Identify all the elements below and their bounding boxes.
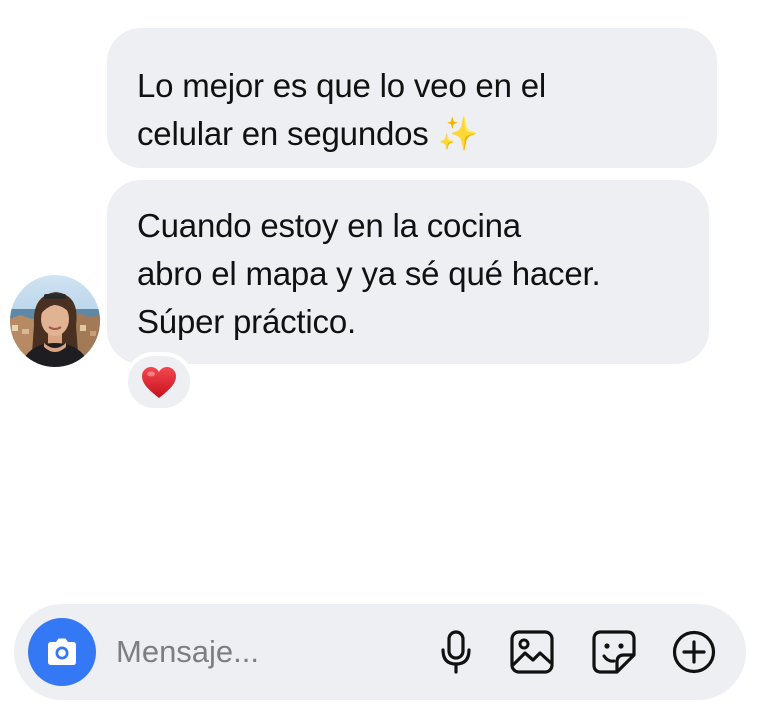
- camera-button[interactable]: [28, 618, 96, 686]
- camera-icon: [48, 638, 76, 665]
- sticker-icon: [592, 630, 636, 674]
- message-text-line: Lo mejor es que lo veo en el: [137, 67, 546, 104]
- image-icon: [510, 630, 554, 674]
- gallery-button[interactable]: [508, 628, 556, 676]
- message-text: celular en segundos: [137, 115, 429, 152]
- message-text-line: Cuando estoy en la cocina: [137, 207, 521, 244]
- message-composer: [14, 604, 746, 700]
- message-bubble[interactable]: Lo mejor es que lo veo en el celular en …: [107, 28, 717, 168]
- avatar[interactable]: [10, 275, 100, 367]
- microphone-icon: [441, 630, 471, 674]
- add-button[interactable]: [670, 628, 718, 676]
- sparkles-emoji: ✨: [437, 115, 479, 152]
- heart-icon: [142, 366, 176, 398]
- message-text-line: celular en segundos ✨: [137, 110, 687, 158]
- sticker-button[interactable]: [590, 628, 638, 676]
- heart-reaction[interactable]: [124, 352, 194, 412]
- message-text-line: Súper práctico.: [137, 303, 356, 340]
- message-input[interactable]: [116, 630, 416, 674]
- message-bubble[interactable]: Cuando estoy en la cocina abro el mapa y…: [107, 180, 709, 364]
- message-text-line: abro el mapa y ya sé qué hacer.: [137, 255, 601, 292]
- avatar-photo: [10, 275, 100, 367]
- plus-circle-icon: [672, 630, 716, 674]
- microphone-button[interactable]: [432, 628, 480, 676]
